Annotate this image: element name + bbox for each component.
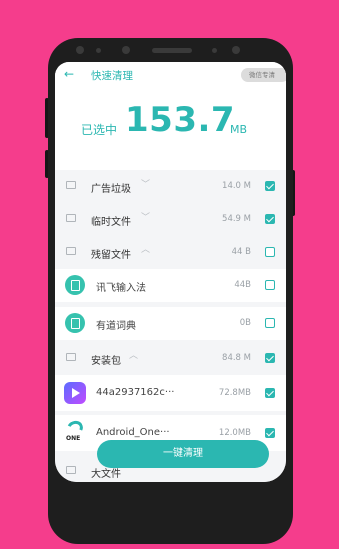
category-label: 残留文件 <box>91 250 131 261</box>
category-row-ads[interactable]: 广告垃圾 ﹀ 14.0 M <box>55 170 286 203</box>
camera-icon <box>232 46 240 54</box>
category-checkbox[interactable] <box>265 181 275 191</box>
chevron-down-icon[interactable]: ﹀ <box>141 210 150 223</box>
category-size: 14.0 M <box>222 181 251 191</box>
list-item[interactable]: 44a2937162c··· 72.8MB <box>55 375 286 411</box>
file-circle-icon <box>65 275 85 295</box>
residual-file-icon <box>66 247 76 255</box>
list-item[interactable]: 有道词典 0B <box>55 307 286 340</box>
sensor-icon <box>212 48 217 53</box>
category-size: 44 B <box>231 247 251 257</box>
chevron-down-icon[interactable]: ﹀ <box>141 177 150 190</box>
category-checkbox[interactable] <box>265 247 275 257</box>
selected-size-value: 153.7 <box>125 100 236 140</box>
item-label: 讯飞输入法 <box>96 283 146 294</box>
ad-icon <box>66 181 76 189</box>
category-row-packages[interactable]: 安装包 ︿ 84.8 M <box>55 342 286 375</box>
package-icon <box>66 353 76 361</box>
category-label: 广告垃圾 <box>91 184 131 195</box>
selected-summary: 已选中 153.7 MB <box>55 88 286 170</box>
large-file-icon <box>66 466 76 474</box>
item-size: 12.0MB <box>218 428 251 438</box>
item-checkbox[interactable] <box>265 280 275 290</box>
category-checkbox[interactable] <box>265 214 275 224</box>
temp-file-icon <box>66 214 76 222</box>
item-label: Android_One··· <box>96 427 170 438</box>
category-label: 临时文件 <box>91 217 131 228</box>
one-app-text: ONE <box>66 435 81 442</box>
category-size: 54.9 M <box>222 214 251 224</box>
app-screen: ← 快速清理 微信专清 已选中 153.7 MB 广告垃圾 ﹀ 14.0 M 临… <box>55 62 286 482</box>
speaker-grille <box>152 48 192 53</box>
chevron-up-icon[interactable]: ︿ <box>129 348 138 361</box>
item-checkbox[interactable] <box>265 388 275 398</box>
wechat-clean-badge[interactable]: 微信专清 <box>241 68 286 82</box>
selected-size-unit: MB <box>230 123 248 136</box>
page-title: 快速清理 <box>91 70 133 82</box>
item-checkbox[interactable] <box>265 428 275 438</box>
item-label: 有道词典 <box>96 321 136 332</box>
file-circle-icon <box>65 313 85 333</box>
arrow-left-icon[interactable]: ← <box>64 67 74 81</box>
chevron-up-icon[interactable]: ︿ <box>141 242 150 255</box>
category-checkbox[interactable] <box>265 353 275 363</box>
one-click-clean-button[interactable]: 一键清理 <box>97 440 269 468</box>
category-row-residual[interactable]: 残留文件 ︿ 44 B <box>55 236 286 269</box>
one-app-icon: ONE <box>64 418 86 445</box>
category-label: 安装包 <box>91 356 121 367</box>
top-bar: ← 快速清理 微信专清 <box>55 62 286 88</box>
camera-icon <box>76 46 84 54</box>
sensor-icon <box>96 48 101 53</box>
video-app-icon <box>64 382 86 404</box>
item-size: 44B <box>234 280 251 290</box>
item-checkbox[interactable] <box>265 318 275 328</box>
item-size: 0B <box>239 318 251 328</box>
category-row-temp[interactable]: 临时文件 ﹀ 54.9 M <box>55 203 286 236</box>
item-label: 44a2937162c··· <box>96 387 175 398</box>
category-size: 84.8 M <box>222 353 251 363</box>
camera-icon <box>122 46 130 54</box>
list-item[interactable]: 讯飞输入法 44B <box>55 269 286 302</box>
selected-label: 已选中 <box>81 123 118 137</box>
item-size: 72.8MB <box>218 388 251 398</box>
